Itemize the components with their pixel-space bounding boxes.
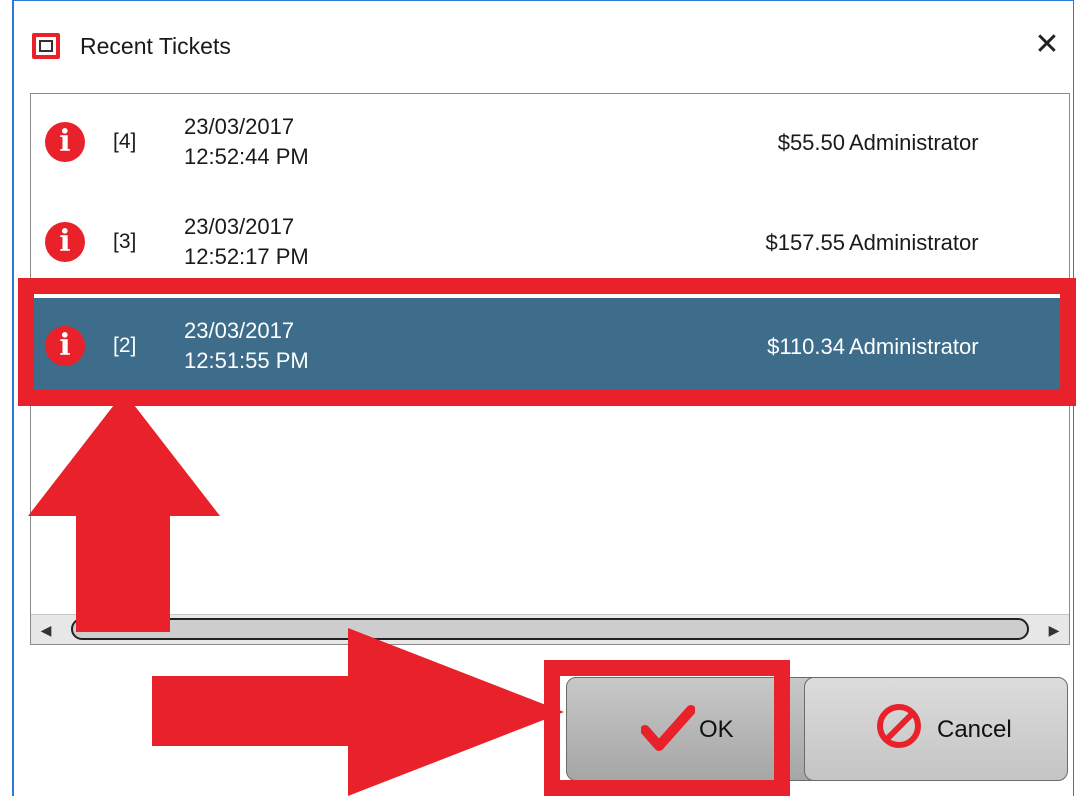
ticket-id: [2]: [113, 334, 137, 357]
ticket-user: Administrator: [849, 230, 979, 255]
close-button[interactable]: ✕: [1027, 27, 1067, 63]
scroll-left-arrow-icon[interactable]: ◀: [33, 619, 59, 641]
tickets-list[interactable]: i [4] 23/03/2017 12:52:44 PM $55.50 Admi…: [30, 93, 1070, 645]
ticket-amount: $110.34: [767, 334, 845, 359]
ticket-time: 12:52:44 PM: [184, 144, 309, 169]
cancel-label: Cancel: [937, 716, 1012, 743]
ticket-time: 12:52:17 PM: [184, 244, 309, 269]
info-icon: i: [45, 122, 85, 162]
ticket-id: [4]: [113, 130, 137, 153]
ticket-row[interactable]: i [4] 23/03/2017 12:52:44 PM $55.50 Admi…: [31, 94, 1069, 190]
ticket-id: [3]: [113, 230, 137, 253]
info-icon: i: [45, 326, 85, 366]
recent-tickets-dialog: Recent Tickets ✕ i [4] 23/03/2017 12:52:…: [12, 0, 1074, 796]
ticket-user: Administrator: [849, 130, 979, 155]
checkmark-icon: [641, 705, 695, 751]
ticket-row[interactable]: i [3] 23/03/2017 12:52:17 PM $157.55 Adm…: [31, 194, 1069, 290]
horizontal-scrollbar[interactable]: ◀ ▶: [31, 614, 1069, 644]
info-icon: i: [45, 222, 85, 262]
ticket-date: 23/03/2017: [184, 114, 295, 139]
ok-button[interactable]: OK: [566, 677, 830, 781]
ticket-amount: $157.55: [765, 230, 845, 255]
ok-label: OK: [699, 716, 734, 743]
scroll-thumb[interactable]: [71, 618, 1029, 640]
ticket-date: 23/03/2017: [184, 214, 295, 239]
ticket-amount: $55.50: [777, 130, 845, 155]
title-bar: Recent Tickets ✕: [14, 1, 1073, 81]
scroll-right-arrow-icon[interactable]: ▶: [1041, 619, 1067, 641]
app-logo-icon: [32, 33, 60, 59]
ticket-date: 23/03/2017: [184, 318, 295, 343]
prohibited-icon: [877, 704, 921, 748]
cancel-button[interactable]: Cancel: [804, 677, 1068, 781]
ticket-row-selected[interactable]: i [2] 23/03/2017 12:51:55 PM $110.34 Adm…: [31, 298, 1069, 394]
window-title: Recent Tickets: [80, 33, 231, 59]
ticket-user: Administrator: [849, 334, 979, 359]
ticket-time: 12:51:55 PM: [184, 348, 309, 373]
